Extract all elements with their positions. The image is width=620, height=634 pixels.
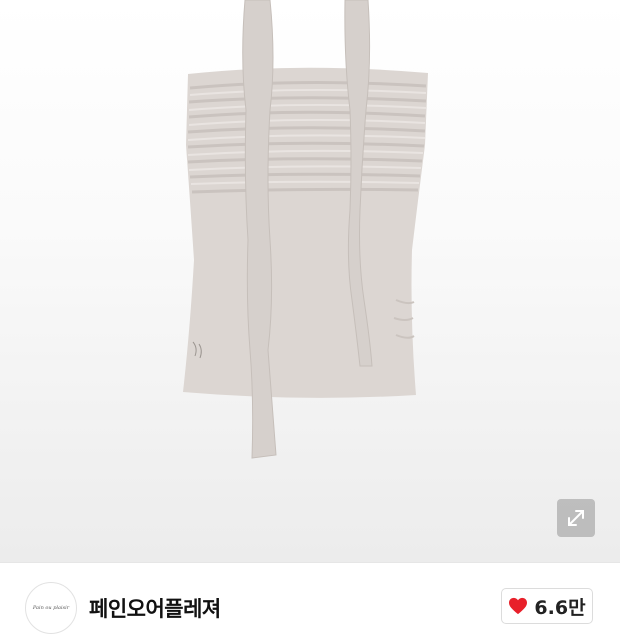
- seller-name[interactable]: 페인오어플레져: [89, 593, 221, 623]
- heart-icon: [509, 597, 528, 615]
- like-count: 6.6만: [534, 596, 586, 619]
- expand-button[interactable]: [557, 499, 595, 537]
- seller-bar: Pain ou plaisir 페인오어플레져 6.6만: [0, 562, 620, 634]
- expand-arrows-icon: [568, 510, 584, 526]
- like-button[interactable]: 6.6만: [501, 588, 593, 624]
- avatar-logo: Pain ou plaisir: [32, 605, 70, 611]
- garment-body: [183, 67, 428, 398]
- seller-avatar[interactable]: Pain ou plaisir: [25, 582, 77, 634]
- product-image[interactable]: [0, 0, 620, 562]
- product-photo: [183, 0, 428, 459]
